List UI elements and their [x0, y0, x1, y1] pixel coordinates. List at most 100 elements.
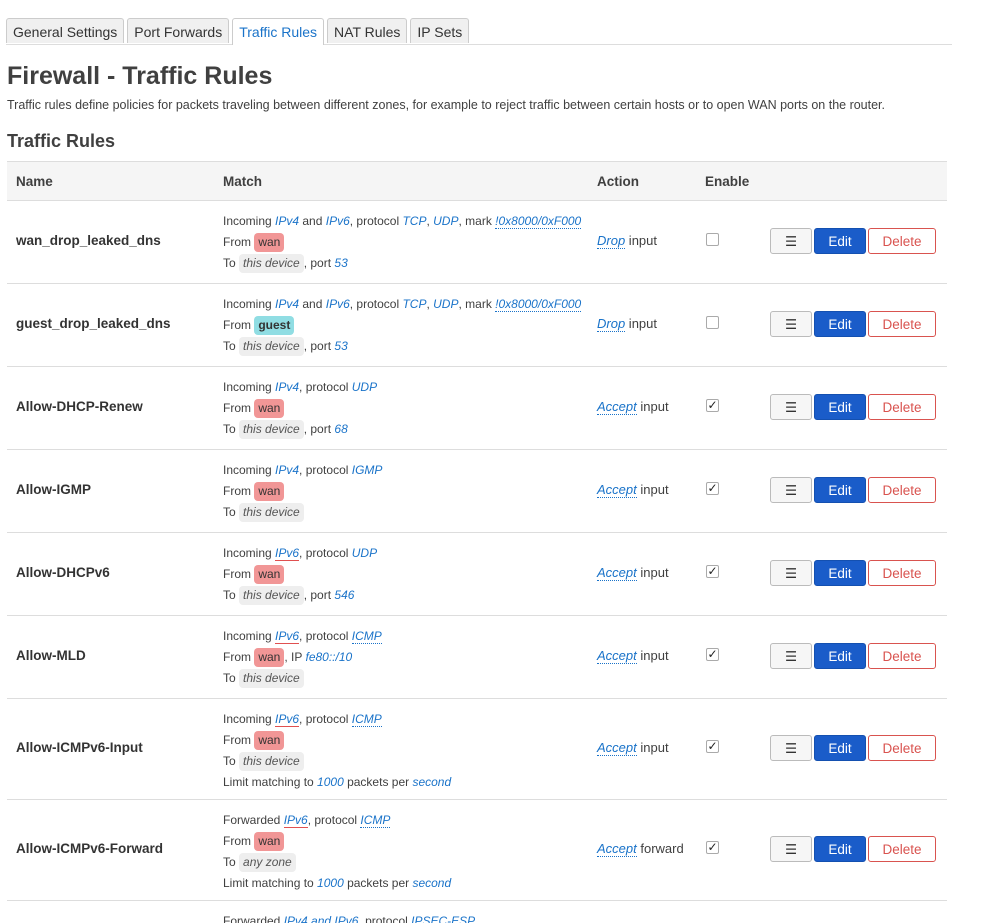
column-header-action: Action	[597, 174, 639, 189]
delete-button[interactable]: Delete	[868, 228, 936, 254]
table-row: guest_drop_leaked_dns Incoming IPv4 and I…	[7, 284, 947, 367]
zone-badge-wan: wan	[254, 399, 285, 418]
match-line: Incoming IPv6, protocol ICMP	[223, 709, 451, 730]
enable-checkbox[interactable]: ✓	[706, 648, 719, 661]
traffic-rules-table: Name Match Action Enable wan_drop_leaked…	[7, 161, 947, 923]
row-menu-button[interactable]: ☰	[770, 394, 812, 420]
action-verb: Accept	[597, 841, 637, 857]
match-text: Limit matching to	[223, 775, 318, 789]
device-badge: this device	[239, 254, 304, 273]
rule-match: Incoming IPv6, protocol UDP From wan To th…	[223, 543, 377, 606]
delete-button[interactable]: Delete	[868, 836, 936, 862]
match-text: , port	[303, 339, 335, 353]
row-menu-button[interactable]: ☰	[770, 836, 812, 862]
match-value: IPv6	[275, 546, 300, 561]
action-target: input	[625, 316, 657, 331]
match-line: Incoming IPv4, protocol UDP	[223, 377, 377, 398]
rule-match: Incoming IPv4 and IPv6, protocol TCP, UD…	[223, 211, 582, 274]
action-target: input	[636, 740, 669, 755]
action-verb: Accept	[597, 482, 637, 498]
edit-button[interactable]: Edit	[814, 560, 866, 586]
tab-traffic-rules[interactable]: Traffic Rules	[232, 18, 325, 45]
match-line: To this device, port 68	[223, 419, 377, 440]
match-text: To	[223, 855, 240, 869]
enable-checkbox[interactable]: ✓	[706, 399, 719, 412]
delete-button[interactable]: Delete	[868, 560, 936, 586]
match-line: From wan, IP fe80::/10	[223, 647, 382, 668]
match-text: Incoming	[223, 297, 276, 311]
match-line: From wan	[223, 398, 377, 419]
match-line: To any zone	[223, 852, 451, 873]
tab-nat-rules[interactable]: NAT Rules	[327, 18, 408, 43]
tab-general-settings[interactable]: General Settings	[6, 18, 125, 43]
match-value: IPv4	[275, 297, 300, 311]
rule-action: Accept input	[597, 740, 669, 756]
match-text: Incoming	[223, 380, 276, 394]
enable-checkbox[interactable]	[706, 316, 719, 329]
match-text: packets per	[343, 775, 413, 789]
rule-name: Allow-ICMPv6-Forward	[16, 841, 164, 856]
edit-button[interactable]: Edit	[814, 735, 866, 761]
rule-action: Accept input	[597, 399, 669, 415]
tab-port-forwards[interactable]: Port Forwards	[127, 18, 230, 43]
zone-badge-guest: guest	[254, 316, 295, 335]
edit-button[interactable]: Edit	[814, 311, 866, 337]
delete-button[interactable]: Delete	[868, 735, 936, 761]
match-value: ICMP	[360, 813, 391, 828]
edit-button[interactable]: Edit	[814, 643, 866, 669]
action-verb: Drop	[597, 316, 626, 332]
edit-button[interactable]: Edit	[814, 394, 866, 420]
table-row: wan_drop_leaked_dns Incoming IPv4 and IPv…	[7, 201, 947, 284]
match-text: , protocol	[299, 712, 352, 726]
rule-action: Accept input	[597, 565, 669, 581]
row-menu-button[interactable]: ☰	[770, 560, 812, 586]
enable-checkbox[interactable]: ✓	[706, 565, 719, 578]
match-value: 53	[334, 339, 348, 353]
rule-match: Incoming IPv4, protocol IGMP From wan To t…	[223, 460, 382, 523]
edit-button[interactable]: Edit	[814, 228, 866, 254]
match-value: IPSEC-ESP	[411, 914, 476, 923]
enable-checkbox[interactable]: ✓	[706, 482, 719, 495]
match-line: From wan	[223, 481, 382, 502]
row-menu-button[interactable]: ☰	[770, 643, 812, 669]
delete-button[interactable]: Delete	[868, 311, 936, 337]
match-text: From	[223, 318, 255, 332]
match-value: IPv6	[325, 214, 350, 228]
match-value: IPv6	[275, 712, 300, 727]
delete-button[interactable]: Delete	[868, 643, 936, 669]
rule-match: Incoming IPv4 and IPv6, protocol TCP, UD…	[223, 294, 582, 357]
enable-checkbox[interactable]	[706, 233, 719, 246]
table-row: Allow-ICMPv6-Forward Forwarded IPv6, prot…	[7, 800, 947, 901]
match-text: To	[223, 671, 240, 685]
table-row: Allow-ICMPv6-Input Incoming IPv6, protoco…	[7, 699, 947, 800]
tab-ip-sets[interactable]: IP Sets	[410, 18, 470, 43]
match-text: , protocol	[358, 914, 412, 923]
rule-name: Allow-IGMP	[16, 482, 91, 497]
match-line: To this device, port 546	[223, 585, 377, 606]
match-line: From wan	[223, 564, 377, 585]
table-row: Allow-MLD Incoming IPv6, protocol ICMP Fro…	[7, 616, 947, 699]
row-menu-button[interactable]: ☰	[770, 311, 812, 337]
enable-checkbox[interactable]: ✓	[706, 841, 719, 854]
match-value: IPv4	[275, 380, 300, 394]
action-target: input	[636, 482, 669, 497]
delete-button[interactable]: Delete	[868, 394, 936, 420]
match-text: packets per	[343, 876, 413, 890]
edit-button[interactable]: Edit	[814, 836, 866, 862]
device-badge: this device	[239, 420, 304, 439]
row-menu-button[interactable]: ☰	[770, 477, 812, 503]
match-value: IGMP	[351, 463, 383, 477]
row-menu-button[interactable]: ☰	[770, 735, 812, 761]
match-text: , mark	[458, 297, 496, 311]
row-menu-button[interactable]: ☰	[770, 228, 812, 254]
match-text: , port	[303, 256, 335, 270]
delete-button[interactable]: Delete	[868, 477, 936, 503]
match-text: Limit matching to	[223, 876, 318, 890]
match-line: To this device	[223, 668, 382, 689]
zone-badge-wan: wan	[254, 832, 285, 851]
match-line: Incoming IPv6, protocol ICMP	[223, 626, 382, 647]
enable-checkbox[interactable]: ✓	[706, 740, 719, 753]
firewall-page: General Settings Port Forwards Traffic Rul…	[0, 0, 1002, 923]
edit-button[interactable]: Edit	[814, 477, 866, 503]
match-value: !0x8000/0xF000	[495, 214, 582, 229]
